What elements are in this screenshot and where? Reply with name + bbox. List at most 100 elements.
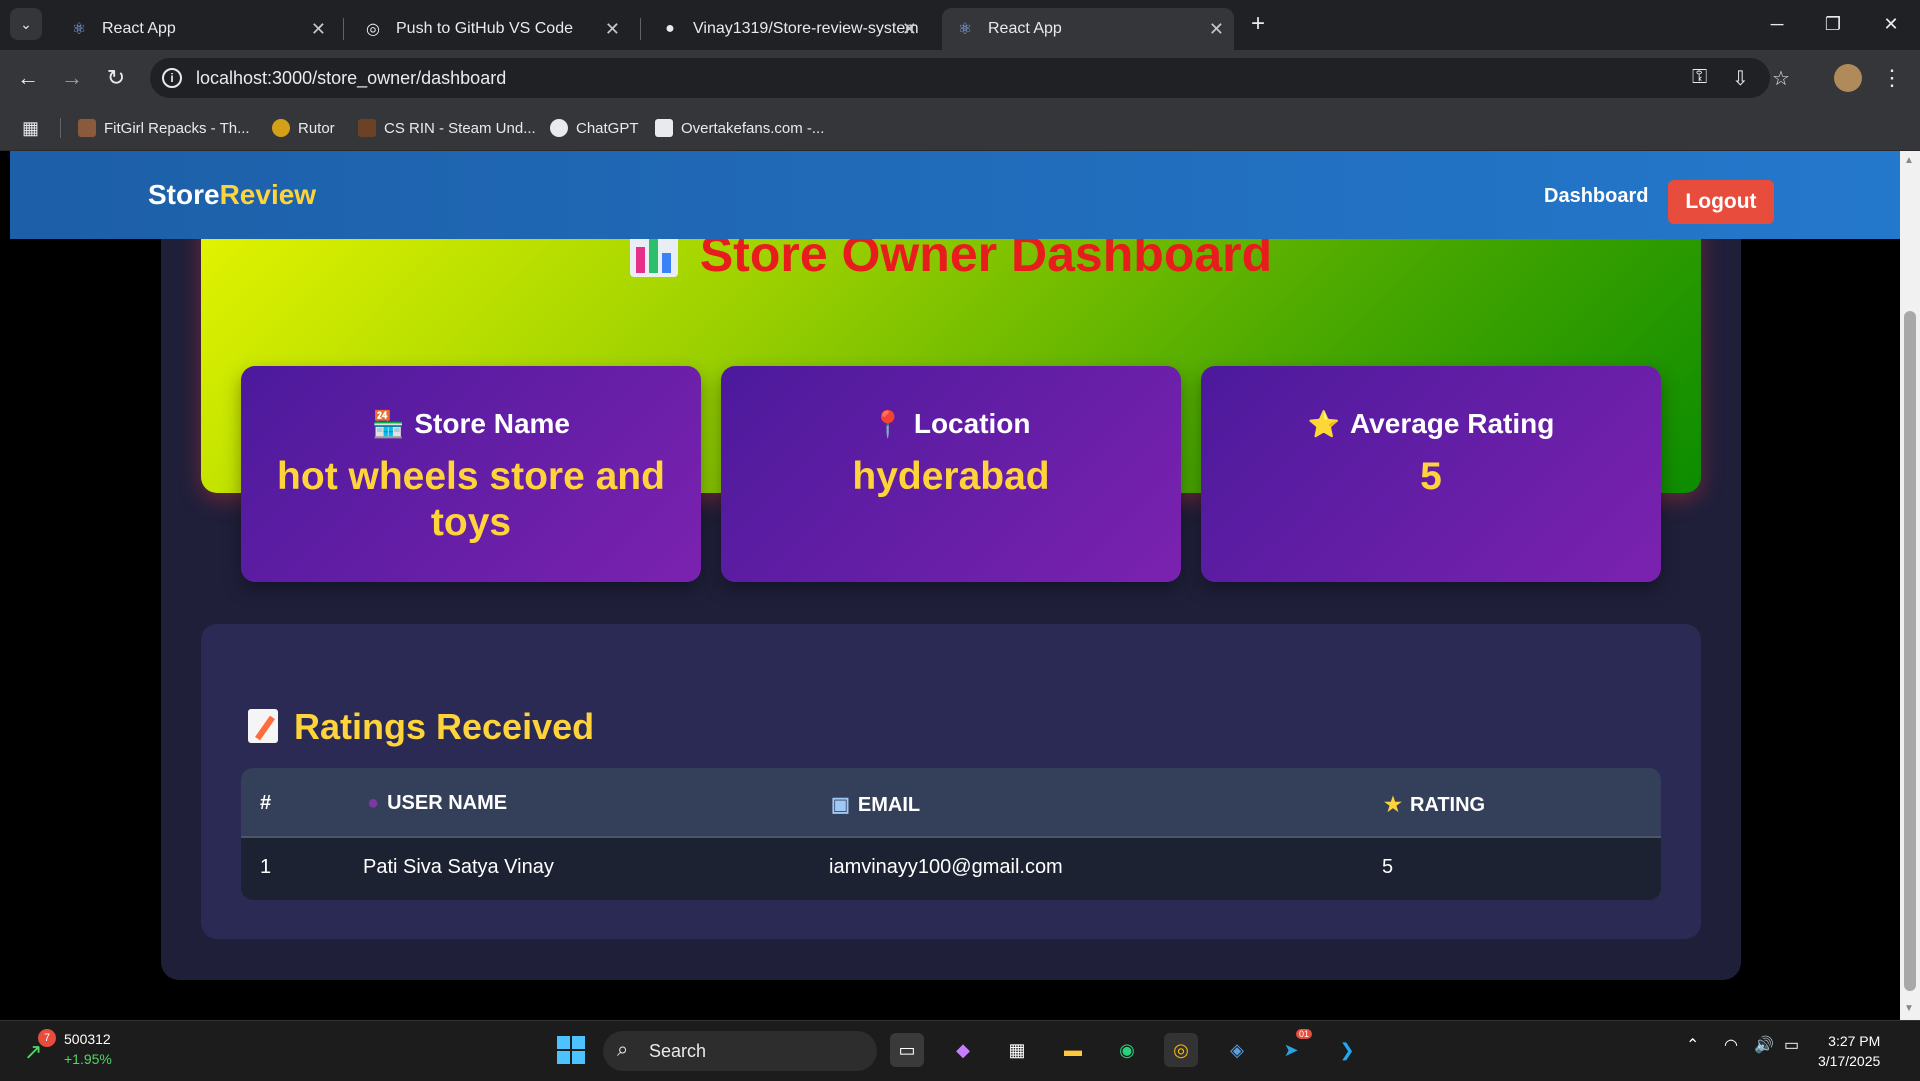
overtakefans-icon [655,119,673,137]
chatgpt-icon: ◎ [366,21,380,38]
close-icon[interactable]: ✕ [605,19,620,40]
github-icon: ● [665,20,675,37]
close-icon[interactable]: ✕ [1209,19,1224,40]
header-email: ▣ EMAIL [831,794,921,816]
tab-search-dropdown-button[interactable]: ⌄ [10,8,42,40]
tab-react-app-1[interactable]: ⚛ React App ✕ [56,8,336,50]
reload-button[interactable]: ↻ [98,60,134,96]
average-rating-value: 5 [1420,455,1442,498]
search-label: Search [649,1041,707,1061]
restore-button[interactable]: ❐ [1808,6,1858,42]
mysql-workbench-icon[interactable]: ◈ [1220,1033,1254,1067]
bookmark-rutor[interactable]: Rutor [272,116,335,140]
card-label: ⭐ Average Rating [1307,408,1555,439]
tab-github-repo[interactable]: ● Vinay1319/Store-review-system ✕ [647,8,927,50]
header-index: # [260,792,272,814]
bookmark-label: CS RIN - Steam Und... [384,119,536,137]
page-viewport: Store Owner Dashboard 🏪 Store Name hot wh… [0,151,1900,1020]
vscode-icon[interactable]: ❯ [1330,1033,1364,1067]
bookmark-fitgirl[interactable]: FitGirl Repacks - Th... [78,116,250,140]
ratings-table: # ● USER NAME ▣ EMAIL ★ RATING 1 Pati Siva … [241,768,1661,900]
menu-kebab-icon[interactable]: ⋮ [1874,60,1910,96]
cell-user-name: Pati Siva Satya Vinay [363,856,554,878]
tab-title: Push to GitHub VS Code [396,20,573,37]
telegram-icon[interactable]: ➤ 01 [1274,1029,1312,1067]
location-value: hyderabad [852,455,1050,498]
search-icon: ⌕ [617,1039,629,1061]
tab-push-to-github[interactable]: ◎ Push to GitHub VS Code ✕ [350,8,630,50]
clock-date: 3/17/2025 [1818,1053,1881,1069]
bar-chart-icon [629,233,678,277]
install-app-icon[interactable]: ⇩ [1732,66,1749,91]
dashboard-link[interactable]: Dashboard [1544,185,1648,208]
tab-divider [343,18,344,40]
clock-time: 3:27 PM [1828,1033,1881,1049]
telegram-badge: 01 [1295,1029,1312,1039]
card-label: 🏪 Store Name [372,408,570,439]
email-icon: ▣ [831,794,850,816]
store-icon: 🏪 [372,409,405,439]
address-bar-url[interactable]: localhost:3000/store_owner/dashboard [196,68,506,89]
app-navbar: StoreReview Dashboard Logout [10,151,1900,239]
file-explorer-icon[interactable]: ▬ [1056,1033,1090,1067]
chatgpt-icon [550,119,568,137]
user-icon: ● [367,792,380,814]
minimize-button[interactable]: ─ [1752,6,1802,42]
rutor-icon [272,119,290,137]
average-rating-card: ⭐ Average Rating 5 [1201,366,1661,582]
stock-value: 500312 [64,1031,111,1047]
cell-email: iamvinayy100@gmail.com [829,856,1063,878]
location-pin-icon: 📍 [871,409,904,439]
table-header: # ● USER NAME ▣ EMAIL ★ RATING [241,768,1661,838]
system-clock[interactable]: 3:27 PM 3/17/2025 [1818,1031,1880,1071]
bookmark-chatgpt[interactable]: ChatGPT [550,116,639,140]
header-user-name: ● USER NAME [367,792,508,814]
battery-icon[interactable]: ▭ [1784,1035,1799,1055]
page-scrollbar[interactable]: ▲ ▼ [1900,151,1920,1020]
wifi-icon[interactable]: ◠ [1724,1035,1738,1055]
bookmark-divider [60,118,61,138]
apps-grid-icon[interactable]: ▦ [22,116,39,140]
copilot-icon[interactable]: ◆ [946,1033,980,1067]
star-icon: ⭐ [1307,409,1340,439]
volume-icon[interactable]: 🔊 [1754,1035,1774,1055]
star-icon: ★ [1384,794,1402,816]
memo-icon [248,709,278,743]
close-icon[interactable]: ✕ [311,19,326,40]
windows-start-icon[interactable] [554,1033,588,1067]
new-tab-button[interactable]: + [1244,10,1272,38]
fitgirl-icon [78,119,96,137]
tab-react-app-active[interactable]: ⚛ React App ✕ [942,8,1234,50]
profile-avatar[interactable] [1834,64,1862,92]
close-window-button[interactable]: ✕ [1866,6,1916,42]
tray-chevron-icon[interactable]: ⌃ [1686,1035,1699,1055]
ratings-section: Ratings Received # ● USER NAME ▣ EMAIL ★ RA… [201,624,1701,939]
ratings-title: Ratings Received [248,706,594,748]
scroll-up-arrow[interactable]: ▲ [1904,155,1914,166]
logout-button[interactable]: Logout [1668,180,1774,224]
scrollbar-thumb[interactable] [1904,311,1916,991]
taskbar-search-input[interactable]: ⌕ Search [603,1031,877,1071]
notification-badge: 7 [38,1029,56,1047]
close-icon[interactable]: ✕ [902,19,917,40]
back-button[interactable]: ← [10,60,46,96]
address-bar[interactable]: i localhost:3000/store_owner/dashboard ⚿… [150,58,1790,98]
task-view-icon[interactable]: ▭ [890,1033,924,1067]
brand-logo[interactable]: StoreReview [148,179,316,211]
scroll-down-arrow[interactable]: ▼ [1904,1003,1914,1014]
forward-button[interactable]: → [54,60,90,96]
bookmark-star-icon[interactable]: ☆ [1772,66,1790,91]
windows-taskbar: ↗ 7 500312 +1.95% ⌕ Search ▭ ◆ ▦ ▬ ◉ ◎ ◈… [0,1020,1920,1081]
chrome-icon[interactable]: ◎ [1164,1033,1198,1067]
microsoft-store-icon[interactable]: ▦ [1000,1033,1034,1067]
site-info-icon[interactable]: i [162,68,182,88]
browser-tab-strip: ⌄ ⚛ React App ✕ ◎ Push to GitHub VS Code… [0,0,1920,50]
edge-icon[interactable]: ◉ [1110,1033,1144,1067]
password-key-icon[interactable]: ⚿ [1692,66,1707,89]
store-name-card: 🏪 Store Name hot wheels store and toys [241,366,701,582]
bookmark-label: FitGirl Repacks - Th... [104,119,250,137]
tab-title: Vinay1319/Store-review-system [693,20,919,37]
bookmark-overtakefans[interactable]: Overtakefans.com -... [655,116,824,140]
browser-toolbar: ← → ↻ i localhost:3000/store_owner/dashb… [0,50,1920,106]
bookmark-cs-rin[interactable]: CS RIN - Steam Und... [358,116,536,140]
